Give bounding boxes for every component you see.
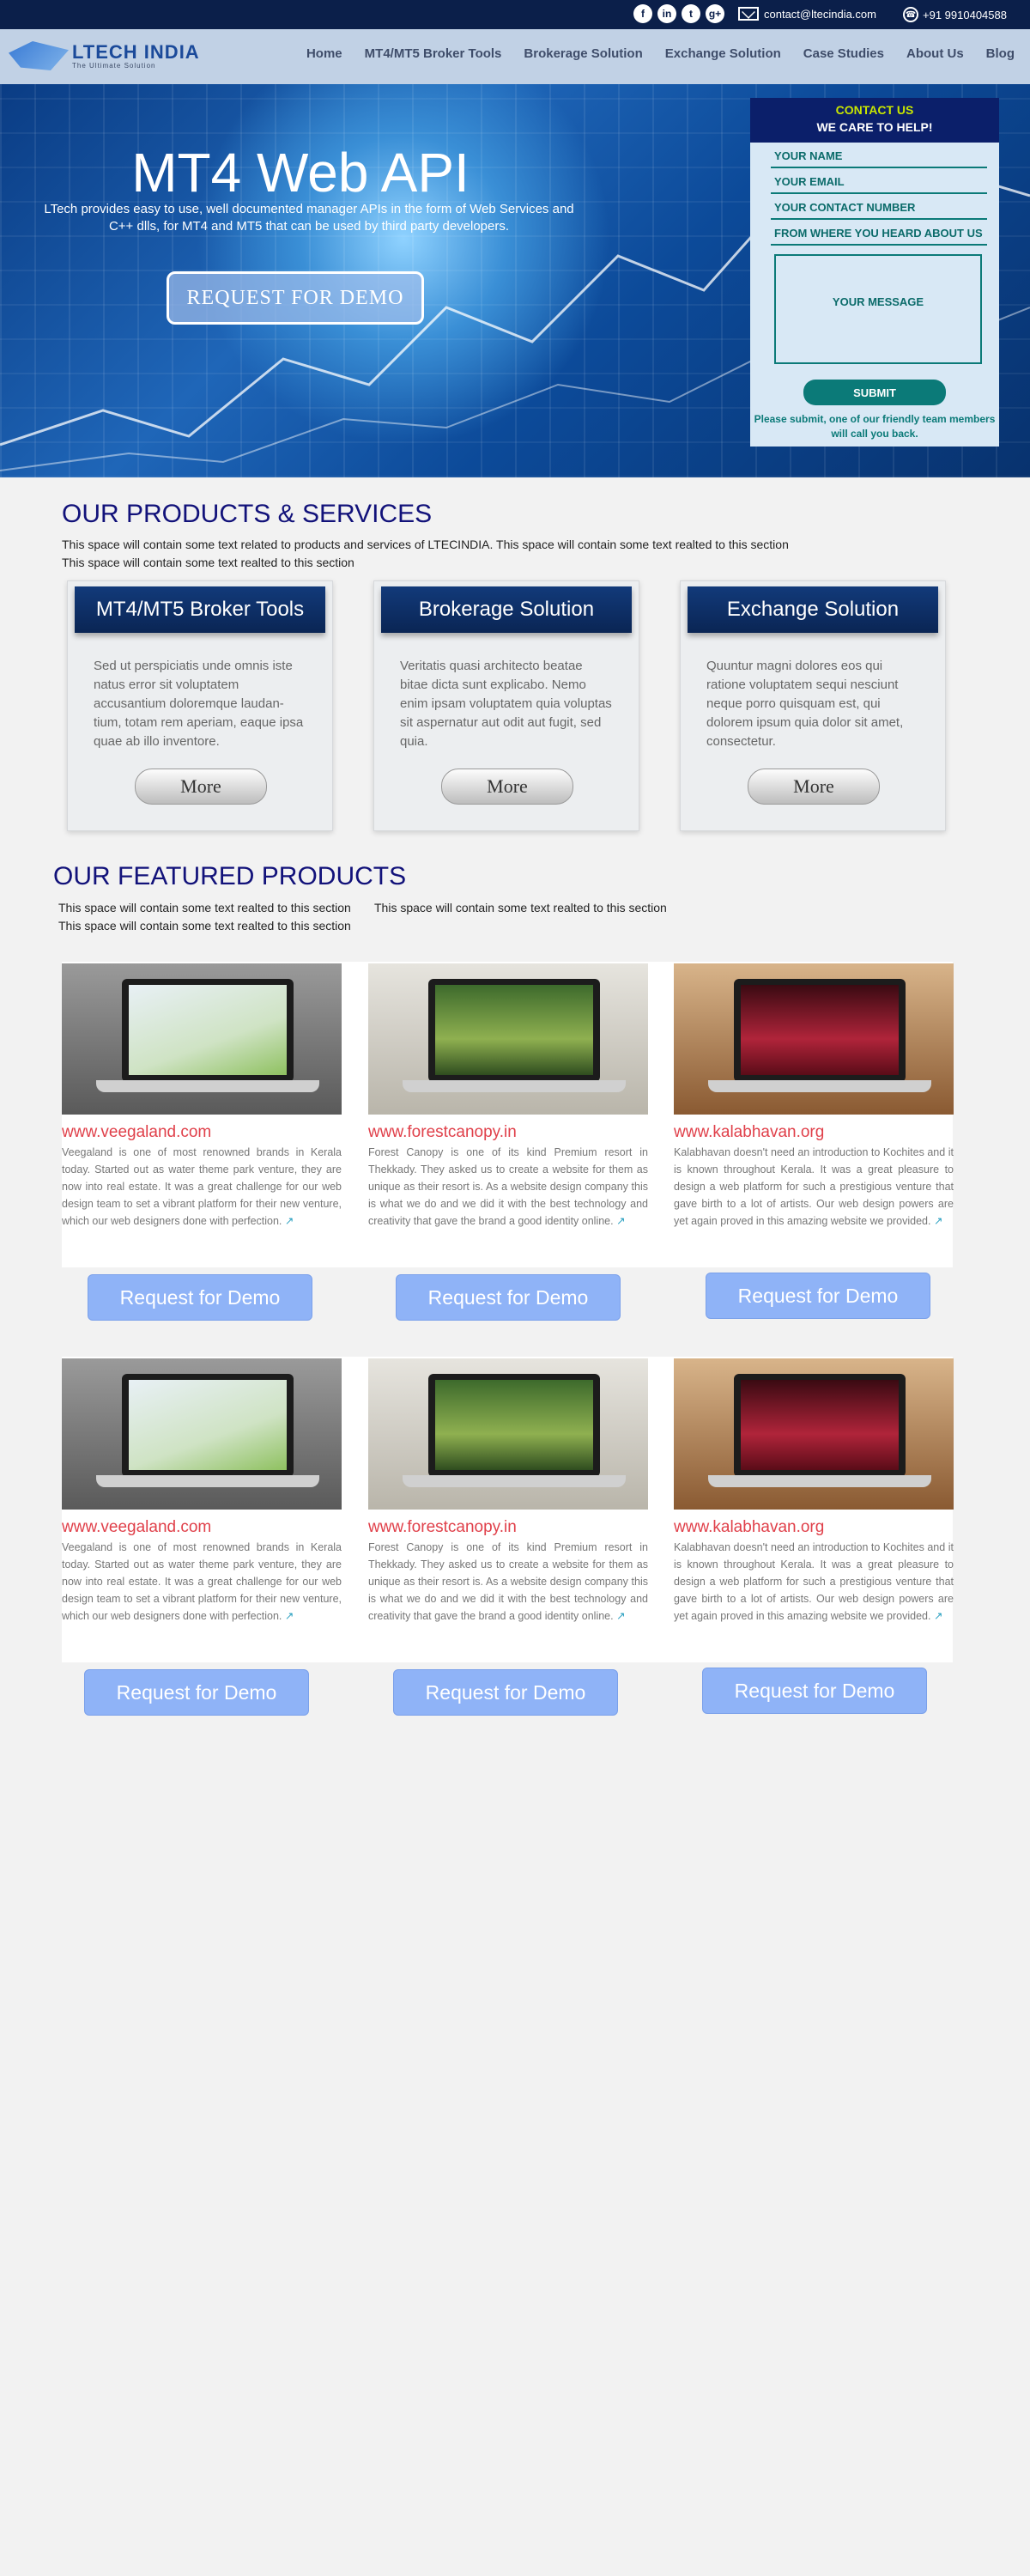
- featured-item: www.forestcanopy.in Forest Canopy is one…: [368, 963, 648, 1230]
- more-button[interactable]: More: [748, 769, 880, 805]
- external-link-icon[interactable]: ↗: [934, 1215, 942, 1227]
- nav-item-blog[interactable]: Blog: [986, 46, 1015, 61]
- request-demo-button[interactable]: Request for Demo: [702, 1668, 927, 1714]
- request-demo-button[interactable]: Request for Demo: [88, 1274, 312, 1321]
- main-navigation: LTECH INDIA The Ultimate Solution Home M…: [0, 29, 1030, 84]
- featured-desc: Kalabhavan doesn't need an introduction …: [674, 1541, 954, 1622]
- hero-title: MT4 Web API: [131, 142, 470, 204]
- featured-desc: Forest Canopy is one of its kind Premium…: [368, 1541, 648, 1622]
- google-plus-icon[interactable]: g+: [706, 4, 724, 23]
- featured-intro-2: This space will contain some text realte…: [58, 919, 351, 933]
- external-link-icon[interactable]: ↗: [934, 1610, 942, 1622]
- products-intro-2: This space will contain some text realte…: [62, 556, 354, 569]
- brand-tagline: The Ultimate Solution: [72, 61, 156, 70]
- product-card: MT4/MT5 Broker Tools Sed ut perspiciatis…: [67, 580, 333, 831]
- request-demo-button[interactable]: Request for Demo: [396, 1274, 621, 1321]
- request-demo-button[interactable]: Request for Demo: [84, 1669, 309, 1716]
- featured-item: www.veegaland.com Veegaland is one of mo…: [62, 1358, 342, 1625]
- form-note: Please submit, one of our friendly team …: [754, 413, 996, 440]
- external-link-icon[interactable]: ↗: [285, 1215, 294, 1227]
- email-link[interactable]: contact@ltecindia.com: [738, 7, 876, 21]
- nav-item-broker-tools[interactable]: MT4/MT5 Broker Tools: [365, 46, 502, 61]
- nav-item-about-us[interactable]: About Us: [906, 46, 964, 61]
- brand-name: LTECH INDIA: [72, 40, 200, 63]
- featured-title: OUR FEATURED PRODUCTS: [53, 862, 407, 890]
- featured-item: www.kalabhavan.org Kalabhavan doesn't ne…: [674, 1358, 954, 1625]
- twitter-icon[interactable]: t: [682, 4, 700, 23]
- care-heading: WE CARE TO HELP!: [816, 120, 933, 134]
- submit-button[interactable]: SUBMIT: [803, 380, 946, 405]
- veegaland-screenshot: [62, 1358, 342, 1510]
- phone-text: +91 9910404588: [923, 8, 1007, 21]
- product-card-title: MT4/MT5 Broker Tools: [75, 586, 325, 633]
- product-card: Exchange Solution Quuntur magni dolores …: [680, 580, 946, 831]
- product-card-title: Brokerage Solution: [381, 586, 632, 633]
- email-text: contact@ltecindia.com: [764, 7, 876, 21]
- nav-menu: Home MT4/MT5 Broker Tools Brokerage Solu…: [306, 46, 1015, 61]
- more-button[interactable]: More: [135, 769, 267, 805]
- more-button[interactable]: More: [441, 769, 573, 805]
- contact-form: CONTACT US WE CARE TO HELP! YOUR NAME YO…: [750, 98, 999, 447]
- featured-desc: Veegaland is one of most renowned brands…: [62, 1146, 342, 1227]
- name-field[interactable]: YOUR NAME: [771, 148, 987, 168]
- product-card-body: Veritatis quasi architecto beatae bitae …: [400, 659, 612, 749]
- featured-url[interactable]: www.kalabhavan.org: [674, 1123, 954, 1142]
- forestcanopy-screenshot: [368, 1358, 648, 1510]
- featured-desc: Kalabhavan doesn't need an introduction …: [674, 1146, 954, 1227]
- request-demo-button[interactable]: REQUEST FOR DEMO: [167, 271, 424, 325]
- nav-item-exchange-solution[interactable]: Exchange Solution: [665, 46, 781, 61]
- external-link-icon[interactable]: ↗: [616, 1610, 625, 1622]
- envelope-icon: [738, 7, 759, 21]
- forestcanopy-screenshot: [368, 963, 648, 1115]
- phone-link[interactable]: ☎ +91 9910404588: [903, 7, 1007, 22]
- featured-url[interactable]: www.veegaland.com: [62, 1123, 342, 1142]
- request-demo-button[interactable]: Request for Demo: [393, 1669, 618, 1716]
- source-field[interactable]: FROM WHERE YOU HEARD ABOUT US: [771, 225, 987, 246]
- external-link-icon[interactable]: ↗: [616, 1215, 625, 1227]
- featured-desc: Forest Canopy is one of its kind Premium…: [368, 1146, 648, 1227]
- featured-desc: Veegaland is one of most renowned brands…: [62, 1541, 342, 1622]
- external-link-icon[interactable]: ↗: [285, 1610, 294, 1622]
- linkedin-icon[interactable]: in: [657, 4, 676, 23]
- nav-item-case-studies[interactable]: Case Studies: [803, 46, 884, 61]
- kalabhavan-screenshot: [674, 963, 954, 1115]
- contact-us-heading: CONTACT US: [835, 103, 914, 117]
- product-card-body: Quuntur magni dolores eos qui ratione vo…: [706, 659, 904, 749]
- featured-intro-1a: This space will contain some text realte…: [58, 901, 351, 914]
- facebook-icon[interactable]: f: [633, 4, 652, 23]
- featured-url[interactable]: www.kalabhavan.org: [674, 1518, 954, 1537]
- email-field[interactable]: YOUR EMAIL: [771, 173, 987, 194]
- featured-intro-1b: This space will contain some text realte…: [374, 901, 667, 914]
- veegaland-screenshot: [62, 963, 342, 1115]
- products-intro-1: This space will contain some text relate…: [62, 538, 789, 551]
- featured-url[interactable]: www.veegaland.com: [62, 1518, 342, 1537]
- contact-number-field[interactable]: YOUR CONTACT NUMBER: [771, 199, 987, 220]
- message-field[interactable]: YOUR MESSAGE: [774, 254, 982, 364]
- featured-item: www.kalabhavan.org Kalabhavan doesn't ne…: [674, 963, 954, 1230]
- products-title: OUR PRODUCTS & SERVICES: [62, 500, 433, 528]
- featured-item: www.veegaland.com Veegaland is one of mo…: [62, 963, 342, 1230]
- featured-url[interactable]: www.forestcanopy.in: [368, 1518, 648, 1537]
- phone-icon: ☎: [903, 7, 918, 22]
- nav-item-brokerage-solution[interactable]: Brokerage Solution: [524, 46, 642, 61]
- product-card-body: Sed ut perspiciatis unde omnis iste natu…: [94, 659, 304, 749]
- nav-item-home[interactable]: Home: [306, 46, 342, 61]
- top-bar: f in t g+ contact@ltecindia.com ☎ +91 99…: [0, 0, 1030, 29]
- logo-mark-icon: [9, 41, 69, 70]
- social-links: f in t g+: [633, 4, 724, 23]
- request-demo-button[interactable]: Request for Demo: [706, 1273, 930, 1319]
- featured-item: www.forestcanopy.in Forest Canopy is one…: [368, 1358, 648, 1625]
- kalabhavan-screenshot: [674, 1358, 954, 1510]
- featured-url[interactable]: www.forestcanopy.in: [368, 1123, 648, 1142]
- contact-form-header: CONTACT US WE CARE TO HELP!: [750, 98, 999, 143]
- product-card-title: Exchange Solution: [688, 586, 938, 633]
- product-card: Brokerage Solution Veritatis quasi archi…: [373, 580, 639, 831]
- hero-subtitle: LTech provides easy to use, well documen…: [44, 202, 574, 234]
- logo[interactable]: LTECH INDIA The Ultimate Solution: [9, 41, 200, 70]
